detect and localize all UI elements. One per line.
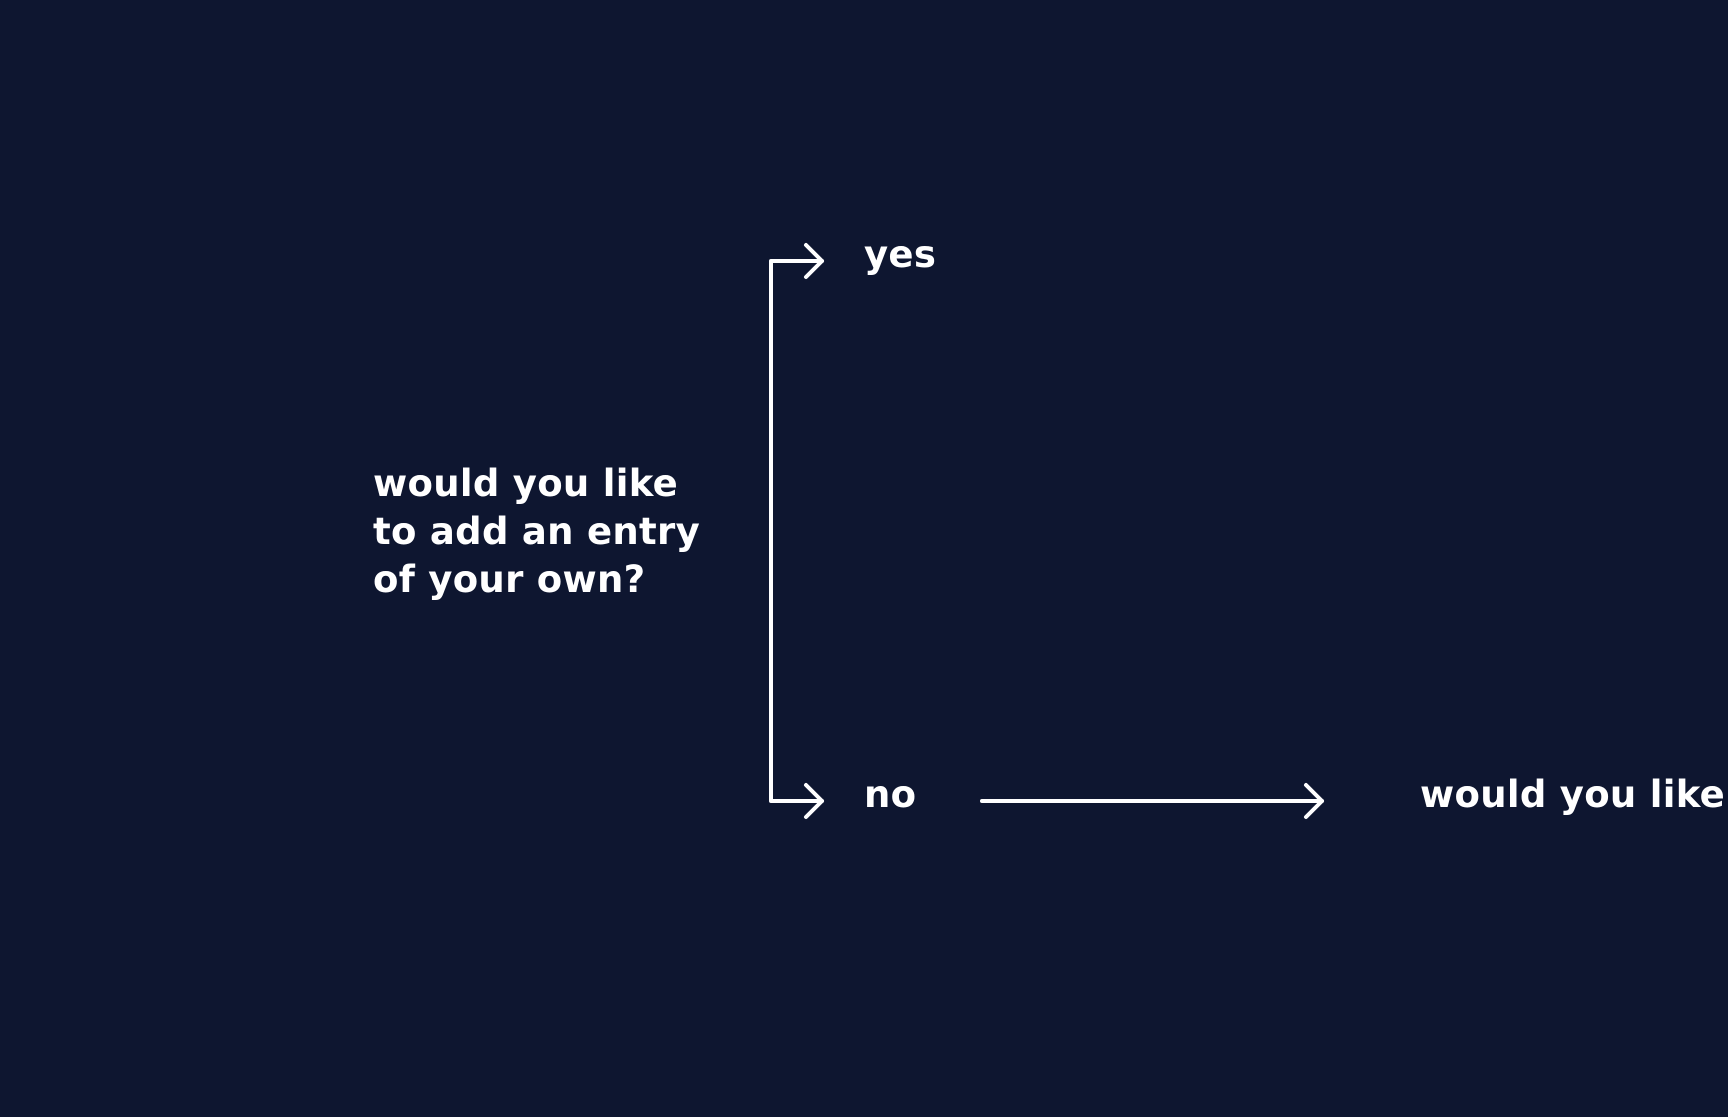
branch-bracket-line: [769, 259, 824, 803]
option-yes[interactable]: yes: [864, 233, 936, 277]
next-question-node: would you like t: [1420, 773, 1728, 816]
flowchart-connectors: [769, 243, 1324, 819]
option-no[interactable]: no: [864, 773, 916, 817]
question-node: would you like to add an entry of your o…: [373, 462, 700, 601]
flowchart-canvas: would you like to add an entry of your o…: [0, 0, 1728, 1117]
